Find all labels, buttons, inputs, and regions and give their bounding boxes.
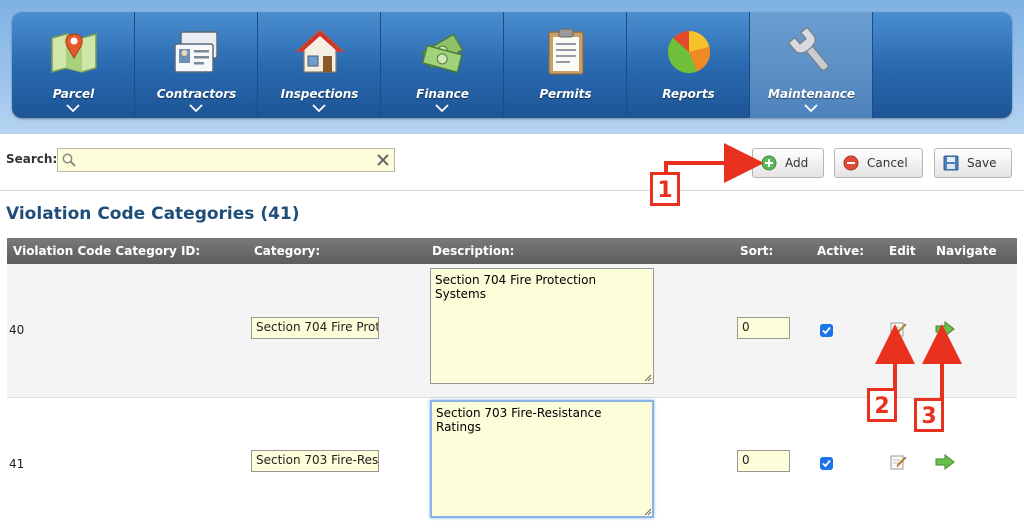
- annotation-label-1: 1: [650, 172, 680, 206]
- annotation-label-2: 2: [867, 388, 897, 422]
- annotation-label-3: 3: [914, 398, 944, 432]
- annotation-arrows: [664, 143, 962, 398]
